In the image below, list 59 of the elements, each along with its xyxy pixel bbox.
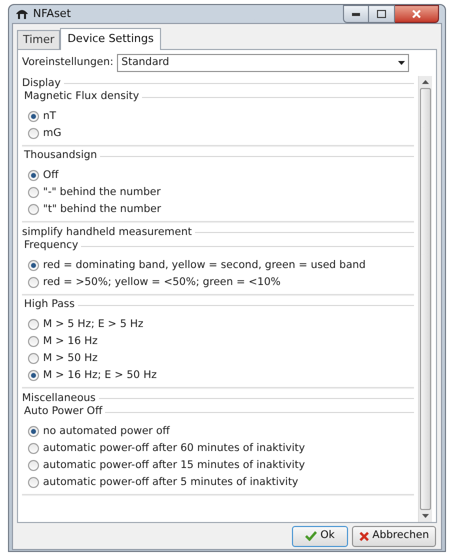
radio-button[interactable] — [28, 319, 39, 330]
scroll-up-icon[interactable] — [422, 80, 429, 84]
radio-button[interactable] — [28, 336, 39, 347]
group-heading: Thousandsign — [24, 148, 98, 164]
radio-button[interactable] — [28, 426, 39, 437]
radio-button[interactable] — [28, 477, 39, 488]
maximize-button[interactable] — [369, 5, 395, 23]
radio-button[interactable] — [28, 260, 39, 271]
dropdown-arrow-icon — [398, 61, 406, 65]
radio-label: M > 50 Hz — [43, 350, 98, 366]
radio-label: "t" behind the number — [43, 202, 162, 217]
radio-button[interactable] — [28, 128, 39, 139]
preset-label: Voreinstellungen: — [22, 55, 114, 70]
group-heading: Auto Power Off — [24, 404, 102, 420]
radio-label: automatic power-off after 60 minutes of inaktivity — [43, 440, 305, 456]
scrollbar[interactable] — [418, 76, 432, 522]
app-icon — [15, 8, 29, 20]
group-heading: High Pass — [24, 297, 75, 312]
scroll-down-icon[interactable] — [422, 514, 429, 518]
radio-label: no automated power off — [43, 424, 170, 439]
cross-icon — [359, 530, 370, 542]
section-heading: Display — [22, 76, 61, 90]
cancel-button[interactable]: Abbrechen — [352, 526, 436, 546]
minimize-icon — [352, 12, 360, 16]
radio-button[interactable] — [28, 111, 39, 122]
radio-button[interactable] — [28, 187, 39, 198]
radio-button[interactable] — [28, 170, 39, 181]
radio-label: automatic power-off after 5 minutes of inaktivity — [43, 474, 298, 490]
radio-button[interactable] — [28, 353, 39, 364]
ok-button[interactable]: Ok — [292, 526, 348, 546]
group-heading: Magnetic Flux density — [24, 89, 140, 104]
close-icon — [412, 10, 421, 18]
radio-button[interactable] — [28, 443, 39, 454]
maximize-icon — [377, 10, 386, 18]
radio-label: automatic power-off after 15 minutes of inaktivity — [43, 458, 305, 473]
radio-label: M > 5 Hz; E > 5 Hz — [43, 316, 144, 332]
radio-button[interactable] — [28, 460, 39, 471]
radio-label: red = dominating band, yellow = second, green = used band — [43, 258, 366, 273]
radio-button[interactable] — [28, 277, 39, 288]
radio-label: M > 16 Hz; E > 50 Hz — [43, 368, 157, 383]
minimize-button[interactable] — [343, 5, 369, 23]
tab[interactable]: Timer — [17, 30, 60, 49]
scrollbar-thumb[interactable] — [420, 88, 431, 510]
checkmark-icon — [305, 531, 318, 541]
section-heading: simplify handheld measurement — [22, 225, 192, 239]
tab[interactable]: Device Settings — [60, 28, 161, 50]
window-title: NFAset — [33, 6, 71, 22]
group-heading: Frequency — [24, 238, 78, 254]
radio-label: "-" behind the number — [43, 184, 161, 200]
radio-button[interactable] — [28, 204, 39, 215]
radio-label: Off — [43, 168, 58, 183]
section-heading: Miscellaneous — [22, 391, 96, 405]
radio-label: mG — [43, 126, 62, 141]
radio-label: nT — [43, 108, 56, 124]
close-button[interactable] — [395, 5, 439, 23]
preset-dropdown[interactable]: Standard — [117, 54, 410, 72]
radio-button[interactable] — [28, 370, 39, 381]
radio-label: red = >50%; yellow = <50%; green = <10% — [43, 274, 281, 290]
radio-label: M > 16 Hz — [43, 334, 98, 349]
